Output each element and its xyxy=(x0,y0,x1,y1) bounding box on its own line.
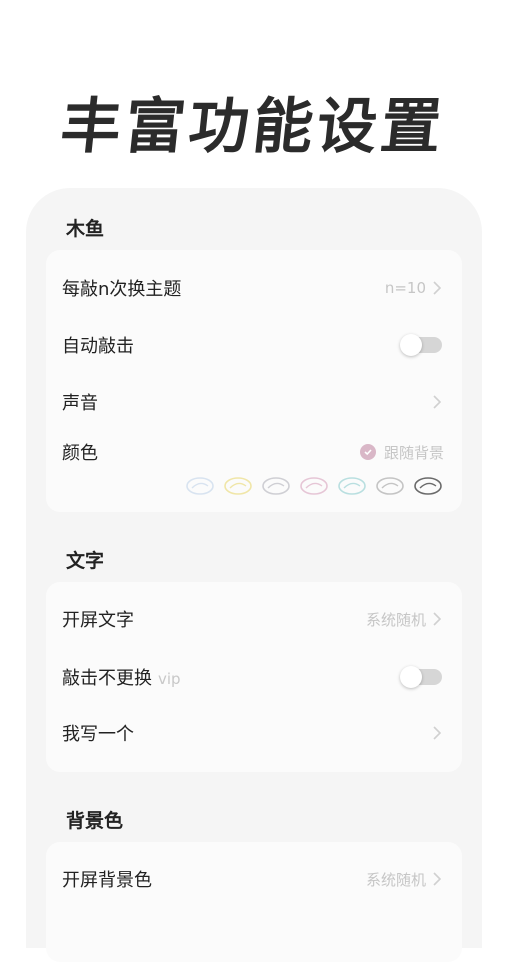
fish-icon[interactable] xyxy=(260,474,292,498)
row-color-label: 颜色 xyxy=(62,443,98,464)
row-auto-tap: 自动敲击 xyxy=(62,325,444,365)
fish-icon[interactable] xyxy=(184,474,216,498)
fish-icon[interactable] xyxy=(298,474,330,498)
row-write-own-label: 我写一个 xyxy=(62,724,134,745)
section-title-muyu: 木鱼 xyxy=(66,218,105,240)
section-title-background: 背景色 xyxy=(66,810,124,832)
row-sound[interactable]: 声音 xyxy=(62,382,444,422)
toggle-knob xyxy=(400,334,422,356)
row-open-background[interactable]: 开屏背景色 系统随机 xyxy=(62,859,444,899)
row-keep-text: 敲击不更换 vip xyxy=(62,657,444,697)
row-open-background-label: 开屏背景色 xyxy=(62,870,152,891)
toggle-knob xyxy=(400,666,422,688)
card-muyu: 每敲n次换主题 n=10 自动敲击 声音 颜色 跟随背景 xyxy=(46,250,462,512)
row-open-background-value: 系统随机 xyxy=(365,870,426,889)
row-write-own[interactable]: 我写一个 xyxy=(62,713,444,753)
row-sound-label: 声音 xyxy=(62,393,98,414)
auto-tap-toggle[interactable] xyxy=(400,334,442,356)
fish-icon[interactable] xyxy=(412,474,444,498)
chevron-right-icon xyxy=(433,872,442,886)
row-open-text-label: 开屏文字 xyxy=(62,610,134,631)
row-open-text-value: 系统随机 xyxy=(365,610,426,629)
section-title-text: 文字 xyxy=(66,550,105,572)
row-theme-change-value: n=10 xyxy=(384,279,426,297)
settings-panel: 木鱼 每敲n次换主题 n=10 自动敲击 声音 颜色 跟随背景 文字 开屏文字 … xyxy=(26,188,482,962)
row-open-text[interactable]: 开屏文字 系统随机 xyxy=(62,599,444,639)
chevron-right-icon xyxy=(433,281,442,295)
follow-background-label: 跟随背景 xyxy=(383,443,444,462)
card-text: 开屏文字 系统随机 敲击不更换 vip 我写一个 xyxy=(46,582,462,772)
row-keep-text-label: 敲击不更换 xyxy=(62,668,152,689)
fish-icon[interactable] xyxy=(222,474,254,498)
row-auto-tap-label: 自动敲击 xyxy=(62,336,134,357)
row-theme-change[interactable]: 每敲n次换主题 n=10 xyxy=(62,268,444,308)
keep-text-toggle[interactable] xyxy=(400,666,442,688)
fish-icon[interactable] xyxy=(336,474,368,498)
headline: 丰富功能设置 xyxy=(57,92,449,162)
follow-background-option[interactable]: 跟随背景 xyxy=(359,442,444,463)
chevron-right-icon xyxy=(433,395,442,409)
vip-badge: vip xyxy=(158,670,181,688)
chevron-right-icon xyxy=(433,612,442,626)
row-theme-change-label: 每敲n次换主题 xyxy=(62,279,182,300)
fish-icon[interactable] xyxy=(374,474,406,498)
color-swatches xyxy=(184,474,444,498)
row-color: 颜色 跟随背景 xyxy=(62,432,444,472)
check-circle-icon xyxy=(359,444,376,460)
card-background: 开屏背景色 系统随机 xyxy=(46,842,462,962)
chevron-right-icon xyxy=(433,726,442,740)
